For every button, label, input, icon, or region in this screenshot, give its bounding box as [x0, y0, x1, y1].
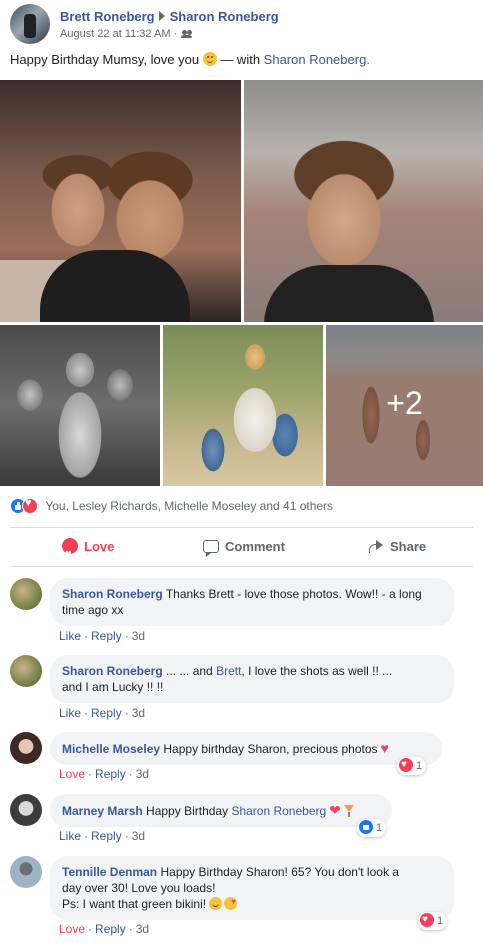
- comment-time[interactable]: 3d: [132, 706, 145, 720]
- share-icon: [368, 539, 384, 553]
- comment-bubble: Tennille Denman Happy Birthday Sharon! 6…: [50, 856, 454, 920]
- comment-actions: Like · Reply · 3d: [59, 706, 146, 720]
- like-link[interactable]: Like: [59, 706, 81, 720]
- post-header: Brett Roneberg Sharon Roneberg August 22 …: [10, 4, 473, 46]
- tagged-suffix: .: [366, 52, 370, 67]
- reaction-count: 1: [376, 822, 383, 834]
- tagged-person-link[interactable]: Sharon Roneberg: [264, 52, 367, 67]
- comment-author[interactable]: Tennille Denman: [62, 865, 157, 879]
- comment-actions: Love · Reply · 3d: [59, 767, 150, 781]
- photo-5-more[interactable]: +2: [326, 325, 483, 486]
- avatar[interactable]: [10, 655, 42, 687]
- love-label: Love: [84, 539, 115, 554]
- reaction-count: 1: [437, 915, 444, 927]
- cocktail-emoji-icon: [343, 805, 354, 817]
- comment-text: ... ... and: [166, 664, 213, 678]
- comment-text: Happy Birthday: [146, 804, 229, 818]
- post-timestamp[interactable]: August 22 at 11:32 AM: [60, 28, 170, 40]
- avatar[interactable]: [10, 794, 42, 826]
- comment-icon: [203, 540, 219, 557]
- photo-4[interactable]: [163, 325, 323, 486]
- comment-text: and I am Lucky !! !!: [62, 680, 164, 694]
- comment-actions: Love · Reply · 3d: [59, 922, 150, 936]
- divider: [10, 566, 473, 567]
- avatar[interactable]: [10, 578, 42, 610]
- with-prefix: — with: [220, 52, 261, 67]
- reply-link[interactable]: Reply: [95, 767, 126, 781]
- more-photos-count: +2: [386, 385, 423, 421]
- avatar[interactable]: [10, 732, 42, 764]
- avatar[interactable]: [10, 856, 42, 888]
- love-reaction-icon: [399, 756, 413, 774]
- comment-text: Happy Birthday Sharon! 65? You don't loo…: [160, 865, 399, 879]
- reply-link[interactable]: Reply: [91, 706, 122, 720]
- photo-2[interactable]: [244, 80, 483, 322]
- comment-time[interactable]: 3d: [136, 767, 149, 781]
- love-icon: [62, 537, 78, 571]
- reactions-summary[interactable]: You, Lesley Richards, Michelle Moseley a…: [10, 497, 333, 516]
- comment-actions: Like · Reply · 3d: [59, 829, 146, 843]
- comment-label: Comment: [225, 539, 285, 554]
- kiss-emoji-icon: [224, 894, 238, 910]
- reply-link[interactable]: Reply: [91, 829, 122, 843]
- comment-author[interactable]: Michelle Moseley: [62, 742, 160, 756]
- like-reaction-icon: [359, 820, 373, 834]
- comment-author[interactable]: Sharon Roneberg: [62, 587, 163, 601]
- heart-emoji-icon: ❤: [329, 802, 341, 818]
- grin-emoji-icon: [209, 897, 223, 910]
- friends-icon[interactable]: [181, 30, 193, 38]
- comment-actions: Like · Reply · 3d: [59, 629, 146, 643]
- like-link[interactable]: Like: [59, 629, 81, 643]
- author-name-link[interactable]: Brett Roneberg: [60, 9, 155, 24]
- reaction-count: 1: [416, 760, 423, 772]
- post-names: Brett Roneberg Sharon Roneberg: [60, 9, 279, 24]
- recipient-name-link[interactable]: Sharon Roneberg: [170, 9, 279, 24]
- post-message: Happy Birthday Mumsy, love you — with Sh…: [10, 52, 370, 67]
- comment-bubble: Michelle Moseley Happy birthday Sharon, …: [50, 732, 442, 765]
- photo-1[interactable]: [0, 80, 241, 322]
- love-reaction-icon: [22, 497, 38, 514]
- comment-author[interactable]: Sharon Roneberg: [62, 664, 163, 678]
- smile-emoji-icon: [202, 52, 217, 66]
- love-button[interactable]: Love: [62, 530, 115, 571]
- reactions-text[interactable]: You, Lesley Richards, Michelle Moseley a…: [45, 499, 333, 513]
- comment-bubble: Marney Marsh Happy Birthday Sharon Roneb…: [50, 794, 392, 827]
- photo-3[interactable]: [0, 325, 160, 486]
- comment-reaction-badge[interactable]: 1: [357, 819, 387, 837]
- post-message-text: Happy Birthday Mumsy, love you: [10, 52, 200, 67]
- share-label: Share: [390, 539, 427, 554]
- comment-button[interactable]: Comment: [203, 530, 285, 564]
- comment-author[interactable]: Marney Marsh: [62, 804, 143, 818]
- divider: [10, 527, 473, 528]
- comment-time[interactable]: 3d: [132, 829, 145, 843]
- post-meta: August 22 at 11:32 AM ·: [60, 28, 193, 40]
- comment-time[interactable]: 3d: [132, 629, 145, 643]
- comment-text: , I love the shots as well !! ...: [241, 664, 393, 678]
- comment-bubble: Sharon Roneberg ... ... and Brett, I lov…: [50, 655, 454, 703]
- post-actions: Love Comment Share: [10, 530, 473, 571]
- love-reaction-icon: [420, 911, 434, 929]
- heart-emoji-icon: ♥: [380, 740, 389, 756]
- comment-text: Happy birthday Sharon, precious photos: [163, 742, 378, 756]
- reply-link[interactable]: Reply: [91, 629, 122, 643]
- like-link[interactable]: Like: [59, 829, 81, 843]
- mention-link[interactable]: Brett: [216, 664, 241, 678]
- comment-bubble: Sharon Roneberg Thanks Brett - love thos…: [50, 578, 454, 626]
- comment-reaction-badge[interactable]: 1: [418, 911, 448, 930]
- arrow-right-icon: [158, 11, 165, 21]
- comment-text: Ps: I want that green bikini!: [62, 897, 207, 911]
- author-avatar[interactable]: [10, 4, 50, 44]
- love-link[interactable]: Love: [59, 922, 85, 936]
- comment-time[interactable]: 3d: [136, 922, 149, 936]
- reply-link[interactable]: Reply: [95, 922, 126, 936]
- share-button[interactable]: Share: [368, 530, 426, 564]
- comment-reaction-badge[interactable]: 1: [397, 756, 427, 775]
- mention-link[interactable]: Sharon Roneberg: [231, 804, 326, 818]
- love-link[interactable]: Love: [59, 767, 85, 781]
- comment-text: day over 30! Love you loads!: [62, 881, 216, 895]
